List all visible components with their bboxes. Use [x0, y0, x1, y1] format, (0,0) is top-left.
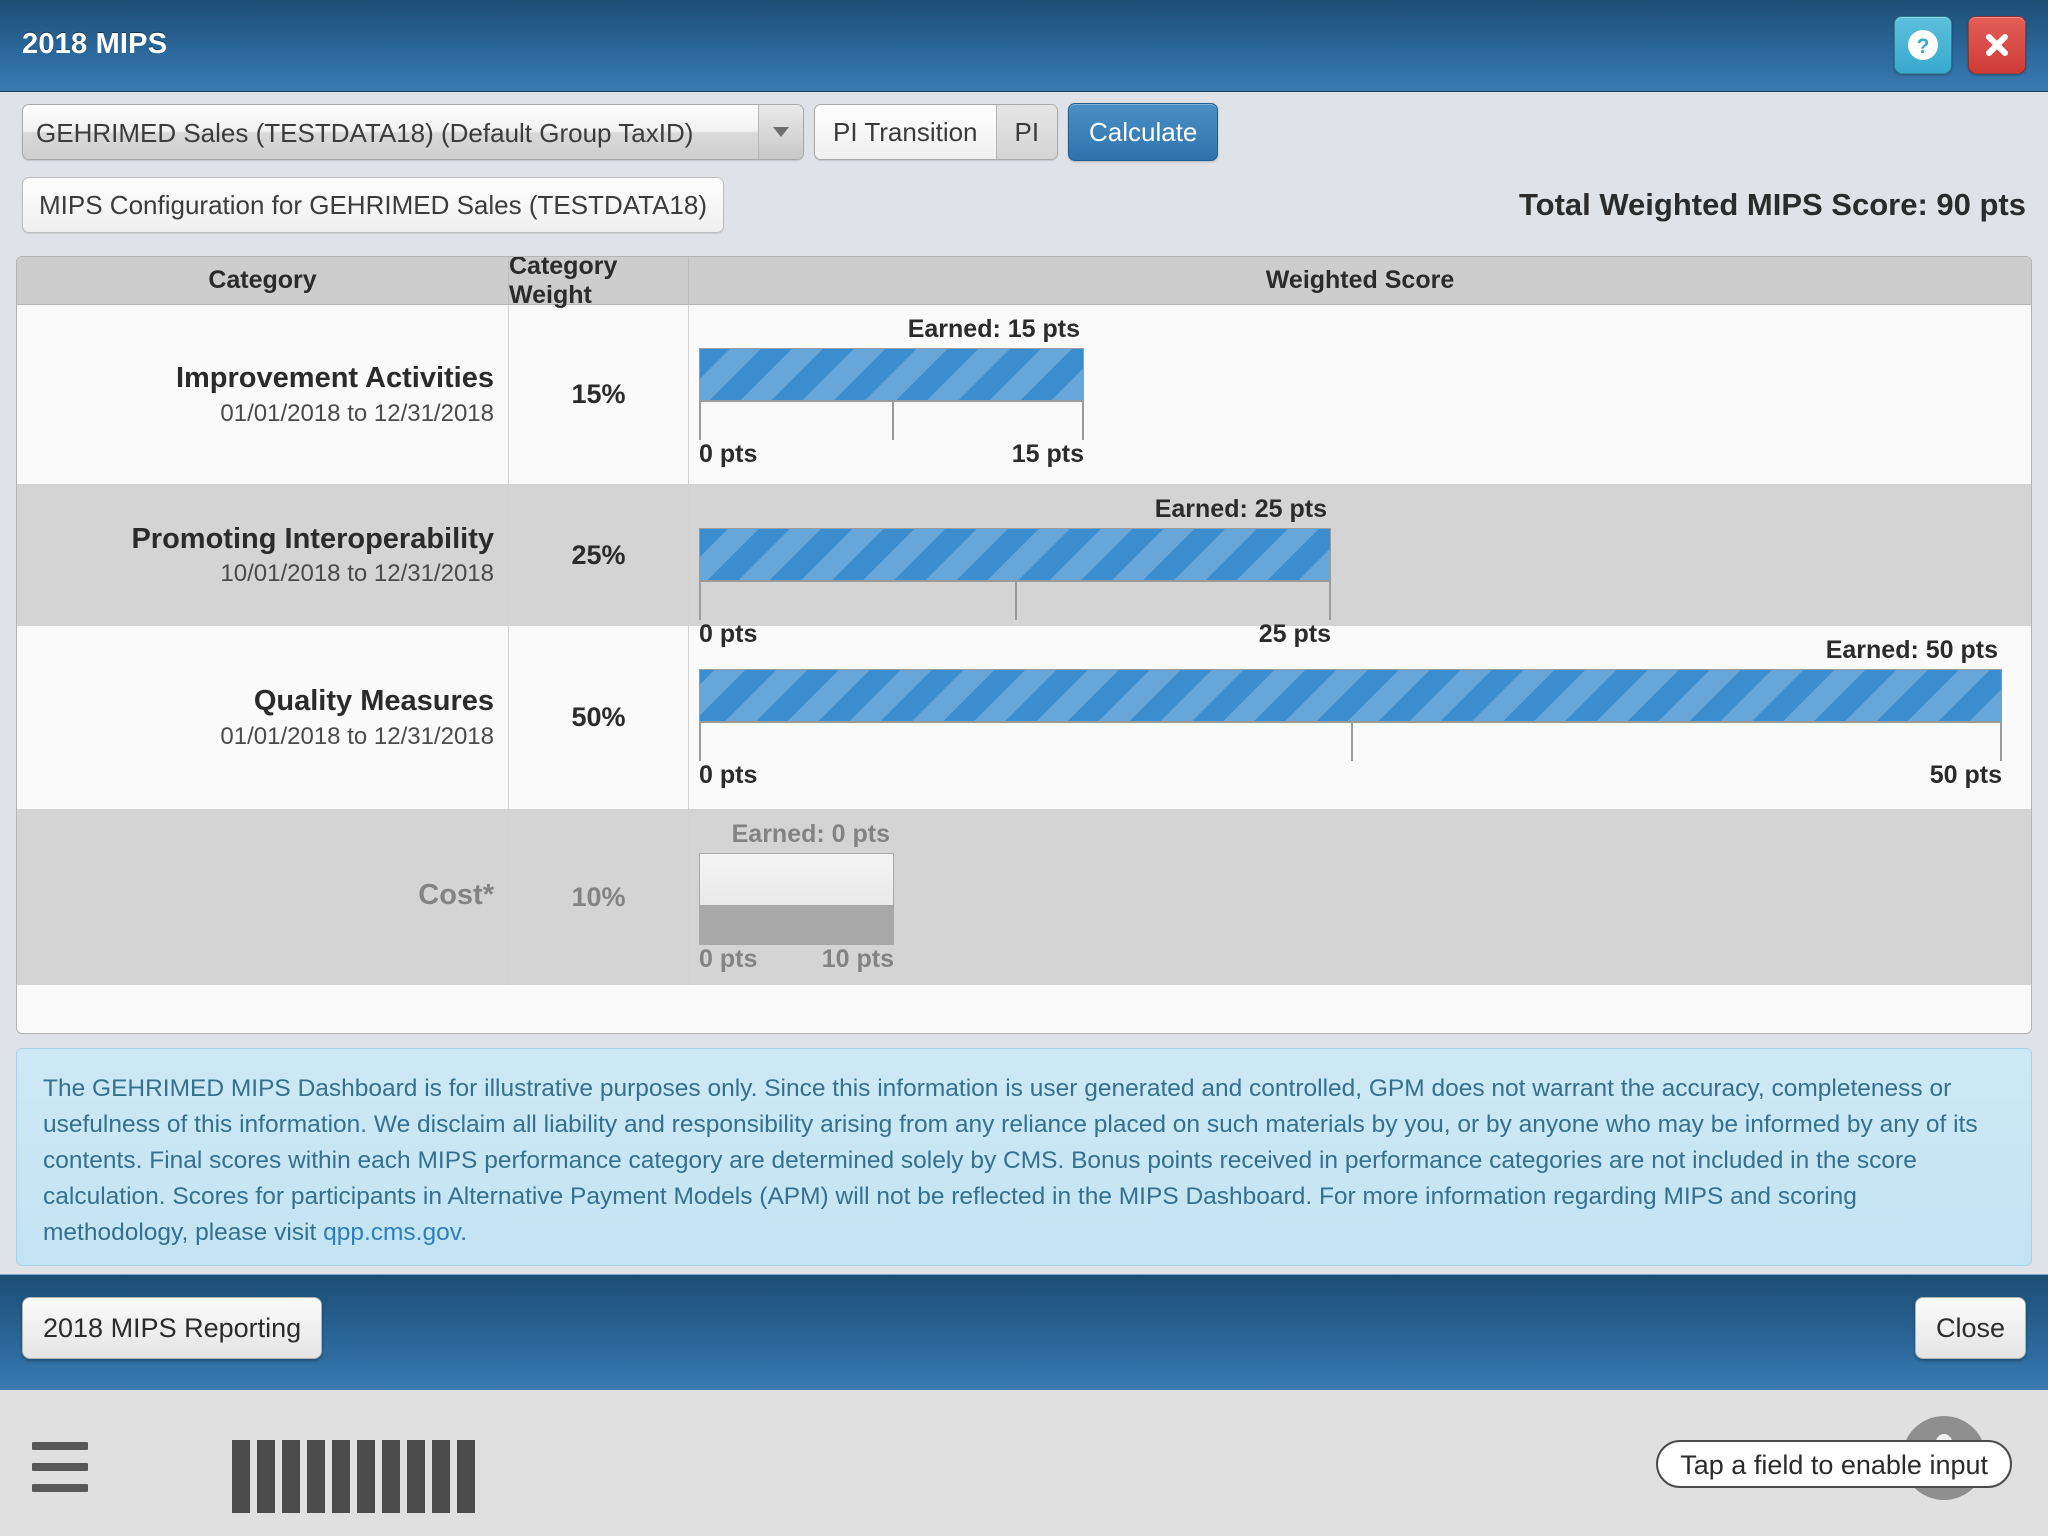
category-dates: 01/01/2018 to 12/31/2018	[220, 722, 494, 750]
group-select-value: GEHRIMED Sales (TESTDATA18) (Default Gro…	[36, 118, 694, 148]
bar-fill	[700, 349, 1083, 400]
footer-bar: 2018 MIPS Reporting Close	[0, 1274, 2048, 1390]
weighted-score-cell: Earned: 50 pts 0 pts 50 pts	[689, 626, 2031, 809]
axis-tick-min	[699, 907, 701, 945]
category-weight: 50%	[509, 626, 689, 809]
title-bar: 2018 MIPS ?	[0, 0, 2048, 92]
table-row: Promoting Interoperability 10/01/2018 to…	[17, 485, 2031, 648]
table-row: Improvement Activities 01/01/2018 to 12/…	[17, 305, 2031, 485]
bar-track	[699, 528, 1331, 580]
page-title: 2018 MIPS	[22, 28, 168, 60]
category-dates: 10/01/2018 to 12/31/2018	[220, 560, 494, 588]
axis-tick-mid	[1350, 723, 1353, 761]
earned-label: Earned: 50 pts	[1825, 636, 1998, 664]
bar-track	[699, 853, 894, 905]
category-weight: 10%	[509, 810, 689, 985]
axis-tick-max	[892, 907, 894, 945]
pi-mode-segmented-control[interactable]: PI Transition PI	[814, 104, 1059, 160]
weighted-score-cell: Earned: 0 pts 0 pts 10 pts	[689, 810, 2031, 985]
score-bar-chart: Earned: 0 pts 0 pts 10 pts	[699, 820, 894, 979]
axis-tick-max	[1082, 402, 1084, 440]
barcode-icon[interactable]	[232, 1440, 475, 1513]
bar-fill-empty	[700, 854, 893, 905]
category-cell: Cost*	[17, 810, 509, 985]
table-row: Quality Measures 01/01/2018 to 12/31/201…	[17, 626, 2031, 810]
bar-axis	[699, 721, 2002, 761]
axis-labels: 0 pts 10 pts	[699, 945, 894, 979]
help-button[interactable]: ?	[1894, 16, 1952, 74]
table-header-row: Category Category Weight Weighted Score	[17, 257, 2031, 309]
column-header-weighted-score: Weighted Score	[1265, 266, 1455, 294]
axis-tick-min	[699, 582, 701, 620]
bar-fill	[700, 670, 2001, 721]
axis-label-min: 0 pts	[699, 945, 758, 973]
tap-field-hint: Tap a field to enable input	[1656, 1440, 2012, 1488]
earned-label: Earned: 25 pts	[1154, 495, 1327, 523]
bar-track	[699, 669, 2002, 721]
bar-track	[699, 348, 1084, 400]
table-row: Cost* 10% Earned: 0 pts 0 pts 10 pts	[17, 810, 2031, 985]
toolbar: GEHRIMED Sales (TESTDATA18) (Default Gro…	[0, 92, 2048, 242]
axis-tick-mid	[1015, 582, 1017, 620]
axis-label-max: 10 pts	[821, 945, 894, 973]
axis-tick-min	[699, 723, 701, 761]
category-name: Improvement Activities	[175, 362, 494, 395]
category-name: Quality Measures	[253, 685, 494, 718]
mips-configuration-button[interactable]: MIPS Configuration for GEHRIMED Sales (T…	[22, 177, 725, 233]
disclaimer-text: The GEHRIMED MIPS Dashboard is for illus…	[43, 1071, 2005, 1251]
axis-label-max: 15 pts	[1011, 440, 1084, 468]
category-weight: 25%	[509, 485, 689, 625]
category-cell: Promoting Interoperability 10/01/2018 to…	[17, 485, 509, 625]
question-mark-icon: ?	[1908, 30, 1938, 60]
group-select[interactable]: GEHRIMED Sales (TESTDATA18) (Default Gro…	[22, 104, 804, 160]
segment-pi[interactable]: PI	[995, 105, 1058, 159]
axis-tick-mid	[891, 402, 894, 440]
column-header-category: Category	[17, 257, 509, 304]
bar-axis	[699, 580, 1331, 620]
category-name: Promoting Interoperability	[131, 522, 494, 555]
total-weighted-score: Total Weighted MIPS Score: 90 pts	[1519, 187, 2026, 222]
category-cell: Quality Measures 01/01/2018 to 12/31/201…	[17, 626, 509, 809]
score-bar-chart: Earned: 50 pts 0 pts 50 pts	[699, 636, 2002, 795]
weighted-score-cell: Earned: 25 pts 0 pts 25 pts	[689, 485, 2031, 648]
bar-axis	[699, 905, 894, 945]
mips-score-table: Category Category Weight Weighted Score …	[16, 256, 2032, 1034]
chevron-down-icon[interactable]	[758, 105, 803, 159]
hamburger-menu-icon[interactable]	[32, 1442, 88, 1505]
qpp-cms-gov-link[interactable]: qpp.cms.gov	[323, 1219, 460, 1246]
keyboard-accessory-bar: Tap a field to enable input	[0, 1390, 2048, 1536]
axis-tick-mid	[796, 907, 799, 945]
svg-text:?: ?	[1917, 35, 1930, 58]
axis-labels: 0 pts 15 pts	[699, 440, 1084, 474]
column-header-category-weight: Category Weight	[509, 257, 689, 309]
earned-label: Earned: 15 pts	[907, 315, 1080, 343]
earned-label: Earned: 0 pts	[731, 820, 890, 848]
axis-tick-max	[2000, 723, 2002, 761]
weighted-score-cell: Earned: 15 pts 0 pts 15 pts	[689, 305, 2031, 484]
bar-axis	[699, 400, 1084, 440]
axis-labels: 0 pts 50 pts	[699, 761, 2002, 795]
category-dates: 01/01/2018 to 12/31/2018	[220, 399, 494, 427]
segment-pi-transition[interactable]: PI Transition	[815, 105, 996, 159]
category-cell: Improvement Activities 01/01/2018 to 12/…	[17, 305, 509, 484]
disclaimer-panel: The GEHRIMED MIPS Dashboard is for illus…	[16, 1048, 2032, 1266]
category-name: Cost*	[418, 879, 494, 912]
axis-label-min: 0 pts	[699, 440, 758, 468]
score-bar-chart: Earned: 15 pts 0 pts 15 pts	[699, 315, 1084, 474]
mips-reporting-button[interactable]: 2018 MIPS Reporting	[22, 1297, 323, 1359]
close-icon	[1986, 34, 2008, 56]
axis-tick-max	[1329, 582, 1331, 620]
axis-label-min: 0 pts	[699, 761, 758, 789]
calculate-button[interactable]: Calculate	[1068, 103, 1219, 161]
axis-label-max: 50 pts	[1929, 761, 2002, 789]
close-window-button[interactable]	[1968, 16, 2026, 74]
category-weight: 15%	[509, 305, 689, 484]
axis-tick-min	[699, 402, 701, 440]
bar-fill	[700, 529, 1330, 580]
close-button[interactable]: Close	[1914, 1297, 2026, 1359]
disclaimer-text-part2: .	[460, 1219, 467, 1246]
